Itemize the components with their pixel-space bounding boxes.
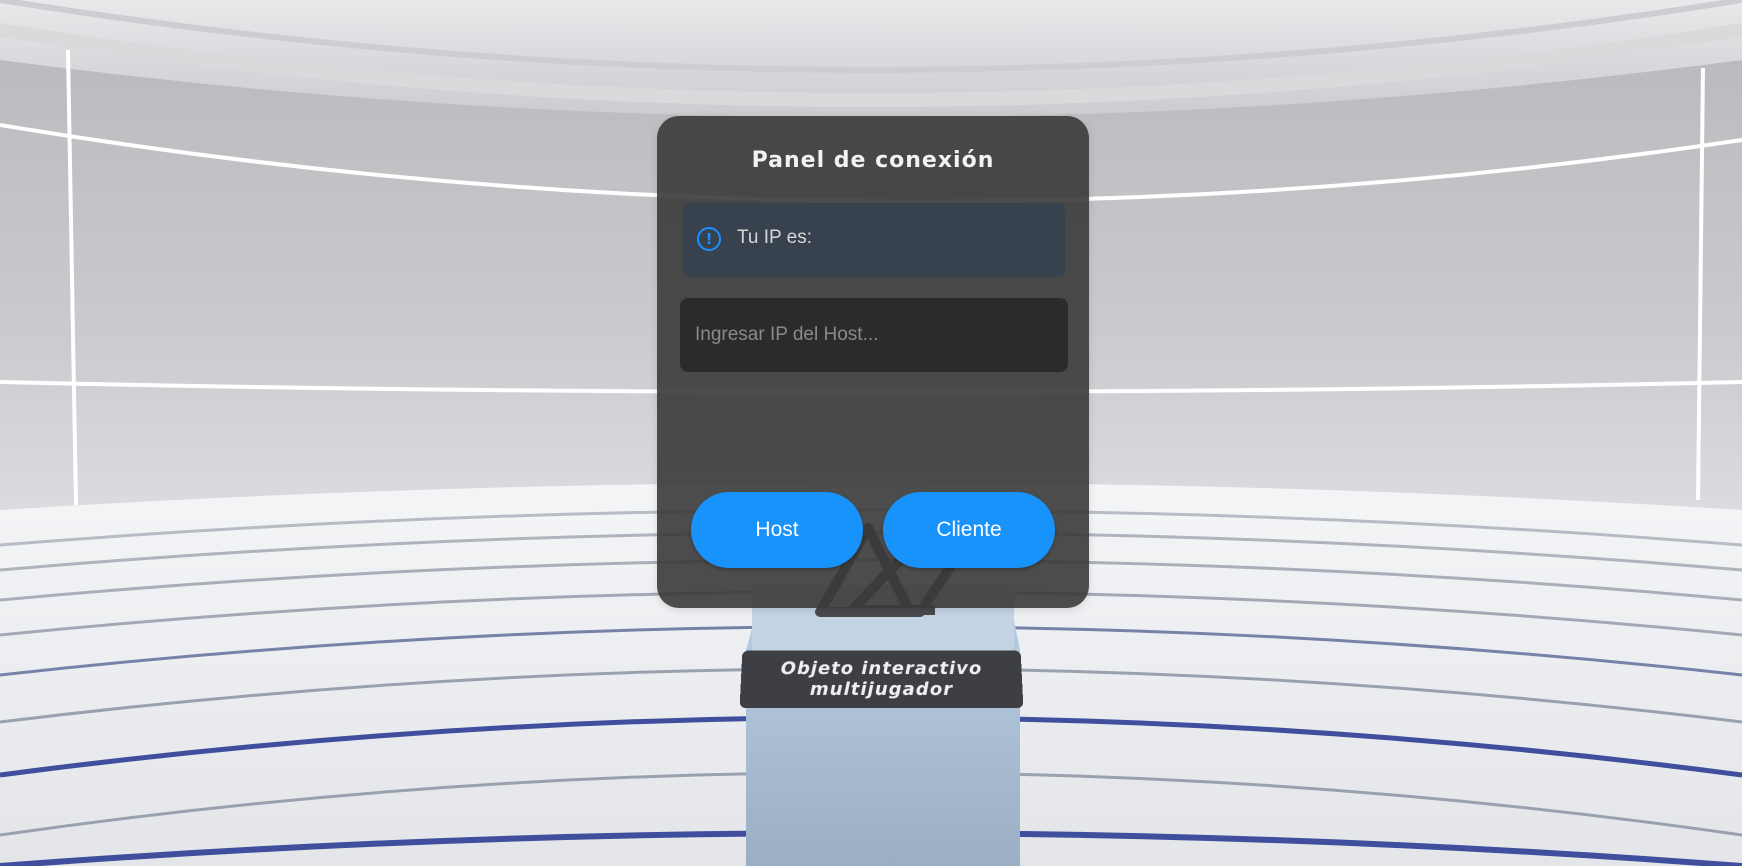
- ip-info-box: ! Tu IP es:: [683, 203, 1065, 277]
- ip-info-text: Tu IP es:: [737, 227, 812, 248]
- panel-title: Panel de conexión: [751, 148, 995, 173]
- interactive-object-label: Objeto interactivo multijugador: [739, 650, 1024, 709]
- exclamation-circle-icon: !: [697, 227, 721, 251]
- object-label-line2: multijugador: [809, 679, 954, 700]
- client-button[interactable]: Cliente: [883, 492, 1055, 568]
- host-ip-input[interactable]: [680, 298, 1068, 372]
- object-label-line1: Objeto interactivo: [780, 658, 983, 679]
- connection-panel: Panel de conexión ! Tu IP es: Host Clien…: [657, 116, 1089, 608]
- host-button[interactable]: Host: [691, 492, 863, 568]
